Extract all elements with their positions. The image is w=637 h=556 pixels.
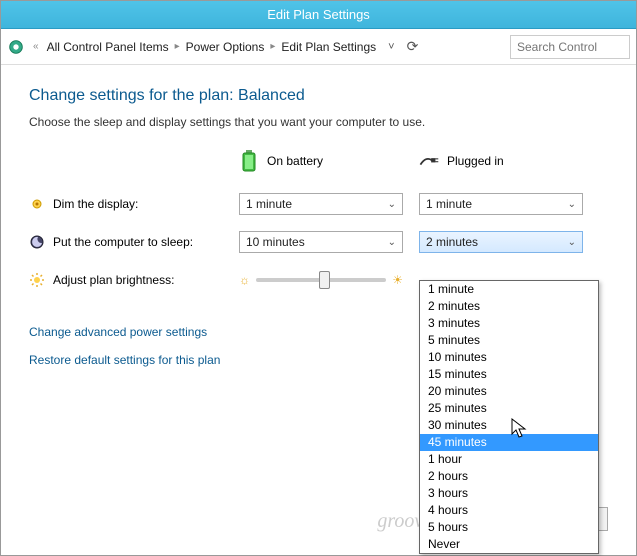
sleep-icon (29, 234, 45, 250)
chevron-down-icon: ⌄ (388, 237, 396, 248)
chevron-down-icon: ⌄ (568, 237, 576, 248)
chevron-down-icon[interactable]: ˅ (388, 41, 394, 53)
dropdown-option[interactable]: 25 minutes (420, 400, 598, 417)
refresh-icon[interactable]: ⟳ (407, 38, 419, 55)
dropdown-option[interactable]: 45 minutes (420, 434, 598, 451)
page-subtext: Choose the sleep and display settings th… (29, 115, 608, 129)
page-heading: Change settings for the plan: Balanced (29, 87, 608, 105)
window-title: Edit Plan Settings (267, 7, 370, 22)
breadcrumb-back-icon[interactable]: « (33, 41, 39, 52)
breadcrumb: All Control Panel Items ▸ Power Options … (47, 40, 377, 54)
row-dim-display: Dim the display: 1 minute ⌄ 1 minute ⌄ (29, 187, 608, 221)
dropdown-option[interactable]: 3 hours (420, 485, 598, 502)
column-headers: On battery Plugged in (239, 149, 608, 173)
sun-large-icon: ☀ (392, 273, 403, 287)
chevron-right-icon: ▸ (270, 41, 275, 52)
brightness-label: Adjust plan brightness: (53, 273, 174, 287)
breadcrumb-item[interactable]: Edit Plan Settings (281, 40, 376, 54)
brightness-icon (29, 272, 45, 288)
col-battery-label: On battery (267, 154, 323, 168)
sleep-plugged-select[interactable]: 2 minutes ⌄ (419, 231, 583, 253)
brightness-battery-slider[interactable] (256, 278, 386, 282)
dropdown-option[interactable]: 4 hours (420, 502, 598, 519)
control-panel-icon (7, 38, 25, 56)
row-sleep: Put the computer to sleep: 10 minutes ⌄ … (29, 225, 608, 259)
dropdown-option[interactable]: 15 minutes (420, 366, 598, 383)
chevron-down-icon: ⌄ (388, 199, 396, 210)
dim-battery-select[interactable]: 1 minute ⌄ (239, 193, 403, 215)
dropdown-option[interactable]: 1 minute (420, 281, 598, 298)
chevron-down-icon: ⌄ (568, 199, 576, 210)
dropdown-option[interactable]: 10 minutes (420, 349, 598, 366)
breadcrumb-item[interactable]: Power Options (186, 40, 265, 54)
chevron-right-icon: ▸ (175, 41, 180, 52)
plug-icon (419, 149, 439, 173)
search-input[interactable] (510, 35, 630, 59)
dropdown-option[interactable]: 2 hours (420, 468, 598, 485)
slider-thumb[interactable] (319, 271, 330, 289)
dropdown-option[interactable]: 1 hour (420, 451, 598, 468)
dropdown-option[interactable]: 5 hours (420, 519, 598, 536)
sleep-battery-select[interactable]: 10 minutes ⌄ (239, 231, 403, 253)
battery-icon (239, 149, 259, 173)
dropdown-option[interactable]: 20 minutes (420, 383, 598, 400)
window-titlebar: Edit Plan Settings (1, 1, 636, 29)
dropdown-option[interactable]: 2 minutes (420, 298, 598, 315)
dropdown-option[interactable]: 3 minutes (420, 315, 598, 332)
dropdown-option[interactable]: Never (420, 536, 598, 553)
dim-display-icon (29, 196, 45, 212)
sun-small-icon: ☼ (239, 273, 250, 287)
sleep-label: Put the computer to sleep: (53, 235, 193, 249)
dropdown-option[interactable]: 30 minutes (420, 417, 598, 434)
breadcrumb-item[interactable]: All Control Panel Items (47, 40, 169, 54)
navbar: « All Control Panel Items ▸ Power Option… (1, 29, 636, 65)
col-plugged-label: Plugged in (447, 154, 504, 168)
dim-display-label: Dim the display: (53, 197, 138, 211)
dim-plugged-select[interactable]: 1 minute ⌄ (419, 193, 583, 215)
dropdown-option[interactable]: 5 minutes (420, 332, 598, 349)
sleep-plugged-dropdown-list[interactable]: 1 minute2 minutes3 minutes5 minutes10 mi… (419, 280, 599, 554)
